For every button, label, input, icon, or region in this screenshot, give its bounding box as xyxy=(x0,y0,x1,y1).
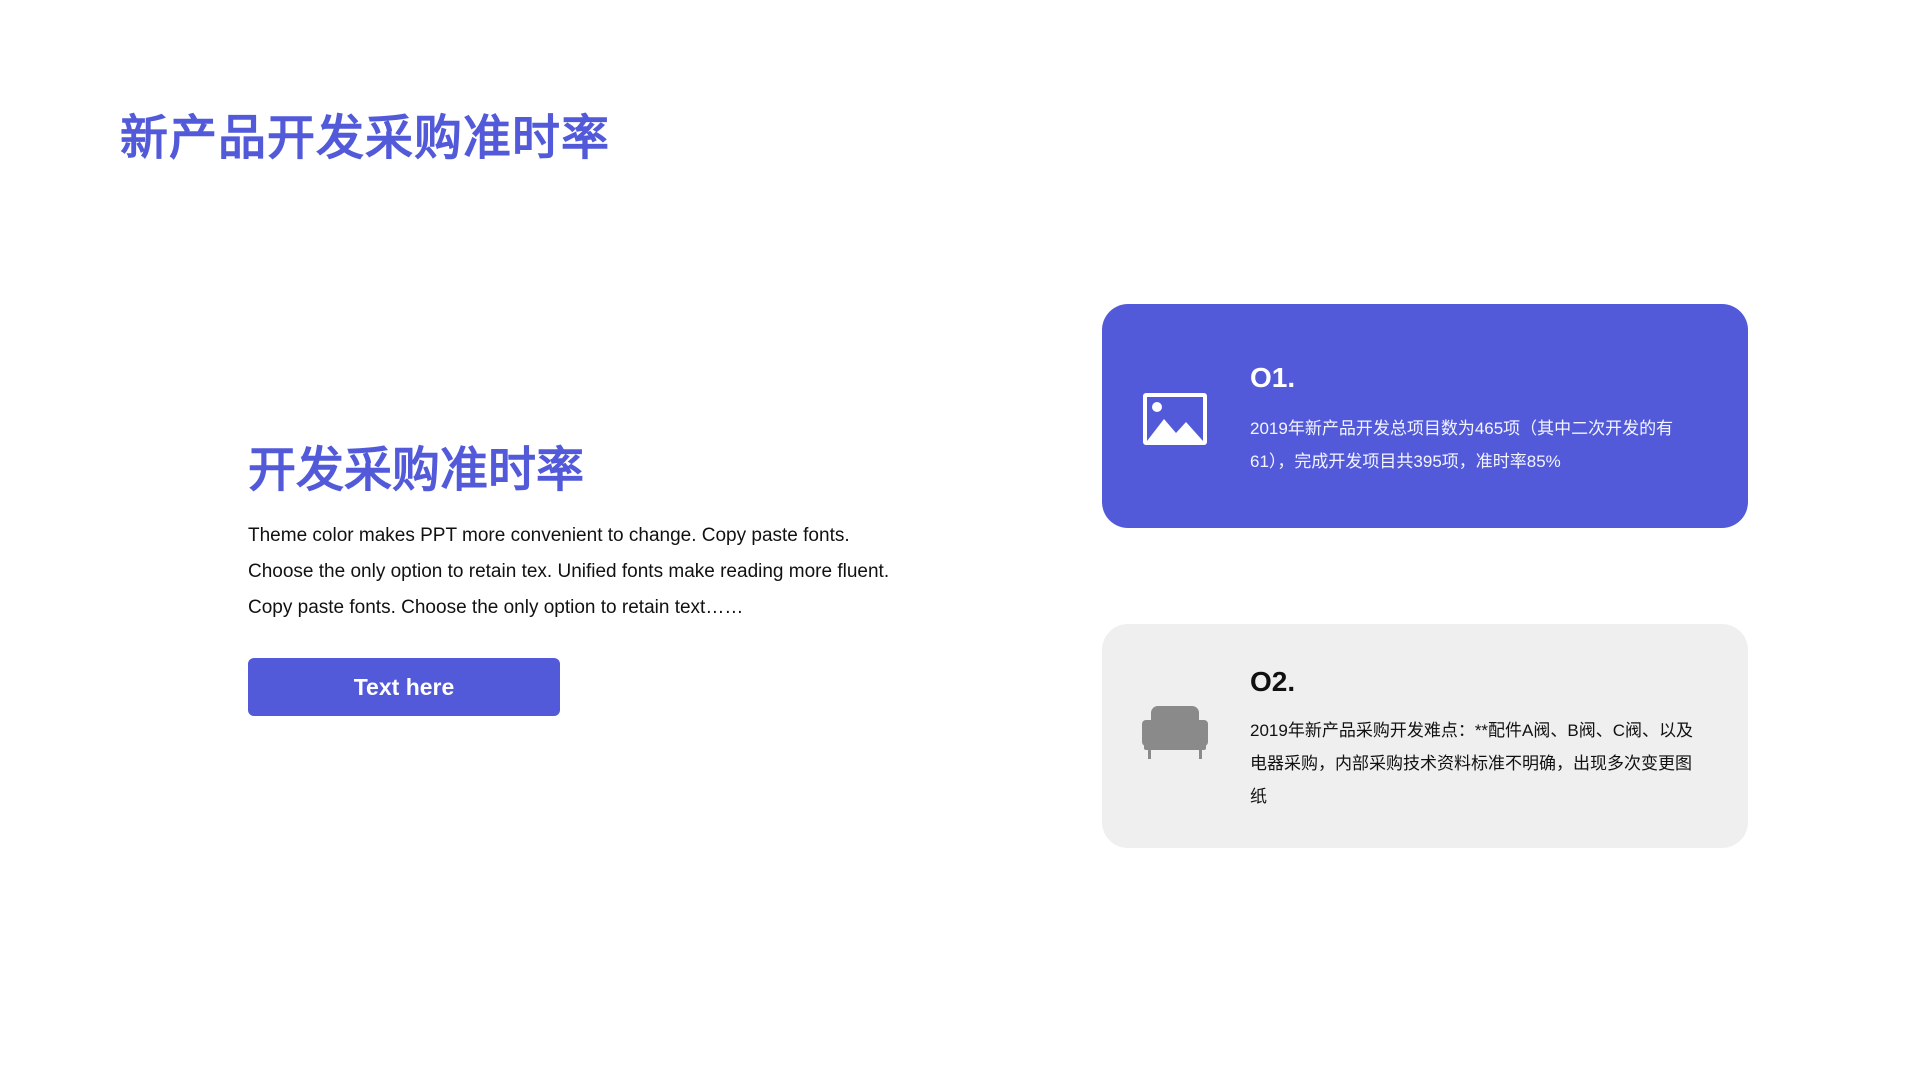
page-title: 新产品开发采购准时率 xyxy=(120,112,611,165)
card-text: 2019年新产品开发总项目数为465项（其中二次开发的有61），完成开发项目共3… xyxy=(1250,419,1674,471)
card-text: 2019年新产品采购开发难点：**配件A阀、B阀、C阀、以及电器采购，内部采购技… xyxy=(1250,721,1694,806)
card-number: O2. xyxy=(1250,666,1296,697)
section-heading: 开发采购准时率 xyxy=(248,444,585,497)
sofa-icon xyxy=(1142,706,1208,759)
info-card-2: O2. 2019年新产品采购开发难点：**配件A阀、B阀、C阀、以及电器采购，内… xyxy=(1102,624,1748,848)
image-icon xyxy=(1143,393,1207,445)
card-number: O1. xyxy=(1250,362,1296,393)
slide: 新产品开发采购准时率 开发采购准时率 Theme color makes PPT… xyxy=(0,0,1920,1080)
section-body-text: Theme color makes PPT more convenient to… xyxy=(248,525,890,618)
text-here-button[interactable]: Text here xyxy=(248,658,560,716)
info-card-1: O1. 2019年新产品开发总项目数为465项（其中二次开发的有61），完成开发… xyxy=(1102,304,1748,528)
